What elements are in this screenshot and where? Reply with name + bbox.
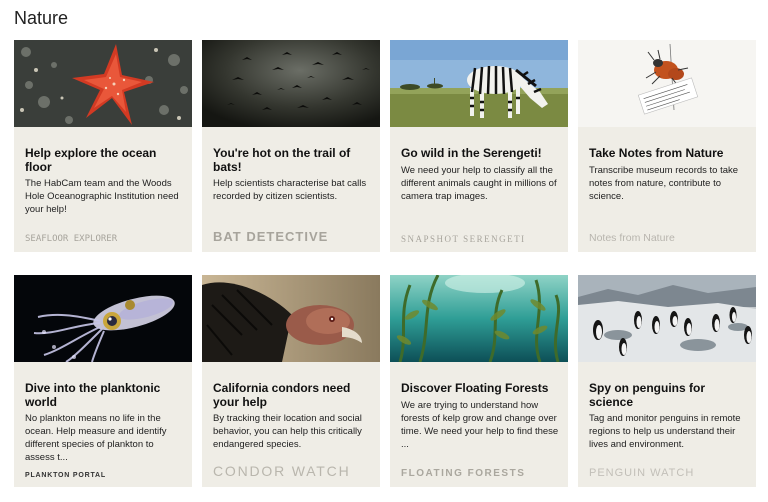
project-card-notes-from-nature[interactable]: Take Notes from Nature Transcribe museum… (578, 40, 756, 252)
squid-image (14, 275, 192, 362)
project-card-penguin-watch[interactable]: Spy on penguins for science Tag and moni… (578, 275, 756, 487)
starfish-image (14, 40, 192, 127)
card-title: You're hot on the trail of bats! (213, 146, 351, 174)
card-title: Dive into the planktonic world (25, 381, 161, 409)
bat-detective-logo: BAT DETECTIVE (213, 229, 329, 244)
project-card-seafloor-explorer[interactable]: Help explore the ocean floor The HabCam … (14, 40, 192, 252)
project-card-condor-watch[interactable]: California condors need your help By tra… (202, 275, 380, 487)
kelp-forest-image (390, 275, 568, 362)
plankton-portal-logo: PLANKTON PORTAL (25, 472, 106, 479)
card-title: Help explore the ocean floor (25, 146, 157, 174)
project-card-floating-forests[interactable]: Discover Floating Forests We are trying … (390, 275, 568, 487)
condor-watch-logo: CONDOR WATCH (213, 463, 351, 479)
museum-specimen-image (578, 40, 756, 127)
card-title: Take Notes from Nature (589, 146, 724, 160)
card-description: Transcribe museum records to take notes … (589, 165, 739, 202)
bats-image (202, 40, 380, 127)
seafloor-explorer-logo: SEAFLOOR EXPLORER (25, 234, 118, 244)
penguins-image (578, 275, 756, 362)
card-description: Help scientists characterise bat calls r… (213, 178, 367, 202)
card-description: The HabCam team and the Woods Hole Ocean… (25, 178, 179, 215)
floating-forests-logo: FLOATING FORESTS (401, 468, 526, 479)
project-card-plankton-portal[interactable]: Dive into the planktonic world No plankt… (14, 275, 192, 487)
notes-from-nature-logo: Notes from Nature (589, 232, 675, 244)
card-description: Tag and monitor penguins in remote regio… (589, 413, 741, 450)
card-description: We need your help to classify all the di… (401, 165, 557, 202)
card-title: California condors need your help (213, 381, 351, 409)
snapshot-serengeti-logo: SNAPSHOT SERENGETI (401, 234, 526, 244)
project-card-snapshot-serengeti[interactable]: Go wild in the Serengeti! We need your h… (390, 40, 568, 252)
card-description: We are trying to understand how forests … (401, 400, 559, 450)
card-title: Spy on penguins for science (589, 381, 705, 409)
condor-image (202, 275, 380, 362)
project-card-bat-detective[interactable]: You're hot on the trail of bats! Help sc… (202, 40, 380, 252)
penguin-watch-logo: PENGUIN WATCH (589, 467, 695, 479)
card-description: No plankton means no life in the ocean. … (25, 413, 167, 463)
card-title: Go wild in the Serengeti! (401, 146, 542, 160)
card-title: Discover Floating Forests (401, 381, 549, 395)
card-description: By tracking their location and social be… (213, 413, 362, 450)
section-title: Nature (14, 8, 69, 28)
zebra-image (390, 40, 568, 127)
